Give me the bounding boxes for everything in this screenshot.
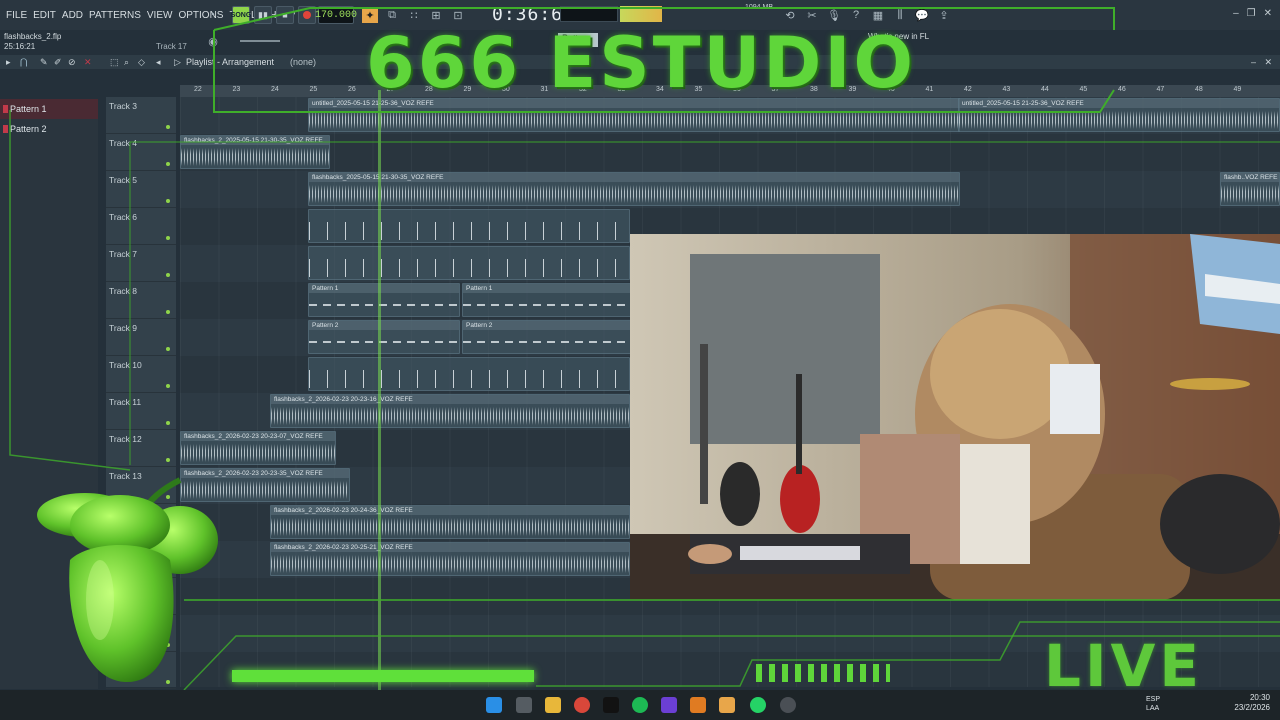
system-clock[interactable]: 20:30 23/2/2026	[1234, 693, 1270, 713]
studio-title-overlay: 666 ESTUDIO	[366, 22, 916, 104]
fl-studio-window: FILEEDITADDPATTERNSVIEWOPTIONSTOOLSHELP …	[0, 0, 1280, 720]
windows-start-icon[interactable]	[486, 697, 502, 713]
overlay-progress-bar	[232, 670, 534, 682]
spotify-icon[interactable]	[632, 697, 648, 713]
fl-studio-taskbar-icon[interactable]	[690, 697, 706, 713]
keyboard-layout: LAA	[1146, 705, 1160, 712]
whatsapp-icon[interactable]	[750, 697, 766, 713]
obs-icon[interactable]	[780, 697, 796, 713]
language-indicator[interactable]: ESP LAA	[1146, 695, 1160, 713]
clock-date: 23/2/2026	[1234, 703, 1270, 712]
fl-studio-fruit-logo	[37, 477, 218, 683]
app-triangle-icon[interactable]	[661, 697, 677, 713]
language-code: ESP	[1146, 696, 1161, 703]
task-view-icon[interactable]	[516, 697, 532, 713]
fl-studio-active-icon[interactable]	[719, 697, 735, 713]
file-explorer-icon[interactable]	[545, 697, 561, 713]
tiktok-icon[interactable]	[603, 697, 619, 713]
chrome-icon[interactable]	[574, 697, 590, 713]
clock-time: 20:30	[1249, 693, 1270, 702]
overlay-stripes	[756, 664, 890, 682]
